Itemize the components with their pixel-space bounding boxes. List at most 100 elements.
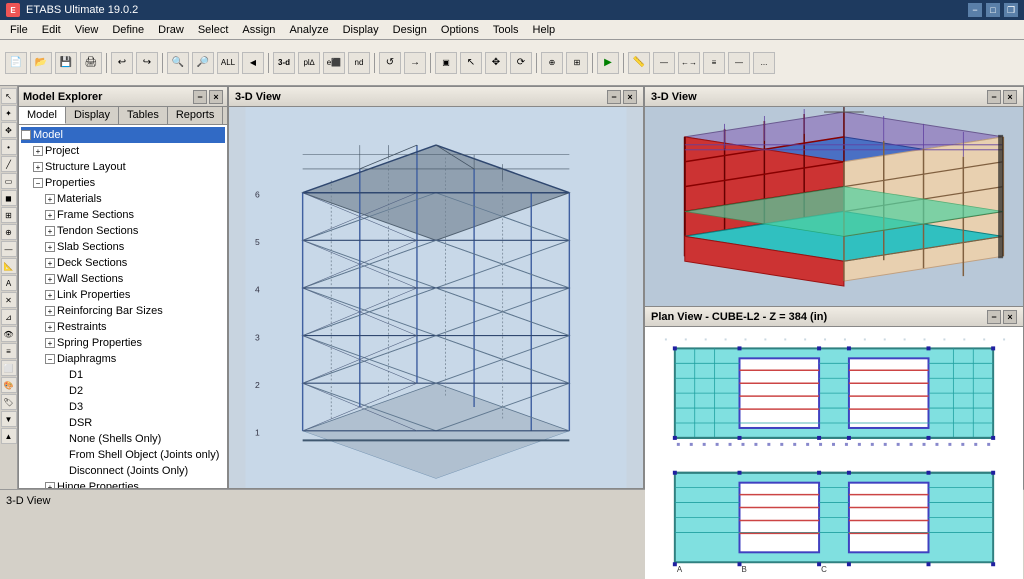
menu-item-view[interactable]: View: [69, 22, 105, 38]
tree-item-22[interactable]: +Hinge Properties: [21, 479, 225, 488]
tree-item-7[interactable]: +Slab Sections: [21, 239, 225, 255]
tb-redo[interactable]: ↪: [136, 52, 158, 74]
maximize-button[interactable]: □: [986, 3, 1000, 17]
tree-item-16[interactable]: D2: [21, 383, 225, 399]
lt-pan[interactable]: ✥: [1, 122, 17, 138]
view-3d-right-pin[interactable]: −: [987, 90, 1001, 104]
view-3d-right-close[interactable]: ×: [1003, 90, 1017, 104]
tree-item-11[interactable]: +Reinforcing Bar Sizes: [21, 303, 225, 319]
lt-draw-line[interactable]: ╱: [1, 156, 17, 172]
tb-rotate[interactable]: ⟳: [510, 52, 532, 74]
menu-item-define[interactable]: Define: [106, 22, 150, 38]
tree-item-9[interactable]: +Wall Sections: [21, 271, 225, 287]
tab-display[interactable]: Display: [66, 107, 119, 124]
tree-item-15[interactable]: D1: [21, 367, 225, 383]
tb-grid[interactable]: ⊞: [566, 52, 588, 74]
lt-arrow-down[interactable]: ▼: [1, 411, 17, 427]
tb-section[interactable]: —: [653, 52, 675, 74]
view-plan-close[interactable]: ×: [1003, 310, 1017, 324]
tb-print[interactable]: 🖨: [80, 52, 102, 74]
tb-snap[interactable]: ⊕: [541, 52, 563, 74]
tb-new[interactable]: 📄: [5, 52, 27, 74]
menu-item-design[interactable]: Design: [387, 22, 433, 38]
tree-item-10[interactable]: +Link Properties: [21, 287, 225, 303]
view-3d-right-canvas[interactable]: [645, 107, 1023, 306]
menu-item-display[interactable]: Display: [337, 22, 385, 38]
tb-dim2[interactable]: —: [728, 52, 750, 74]
tree-expand-3[interactable]: −: [33, 178, 43, 188]
tb-arrow[interactable]: ←→: [678, 52, 700, 74]
tb-elevation[interactable]: e⬛: [323, 52, 345, 74]
tree-expand-9[interactable]: +: [45, 274, 55, 284]
tree-item-19[interactable]: None (Shells Only): [21, 431, 225, 447]
tb-dim1[interactable]: ≡: [703, 52, 725, 74]
tree-item-8[interactable]: +Deck Sections: [21, 255, 225, 271]
tb-select[interactable]: ▣: [435, 52, 457, 74]
tb-refresh[interactable]: ↺: [379, 52, 401, 74]
view-3d-main-canvas[interactable]: 1 2 3 4 5 6: [229, 107, 643, 488]
tb-move[interactable]: ✥: [485, 52, 507, 74]
tree-item-18[interactable]: DSR: [21, 415, 225, 431]
menu-item-select[interactable]: Select: [192, 22, 235, 38]
tree-item-5[interactable]: +Frame Sections: [21, 207, 225, 223]
tb-3d[interactable]: 3-d: [273, 52, 295, 74]
lt-layer[interactable]: ≡: [1, 343, 17, 359]
tree-item-17[interactable]: D3: [21, 399, 225, 415]
tab-model[interactable]: Model: [19, 107, 66, 124]
tree-expand-1[interactable]: +: [33, 146, 43, 156]
tree-item-20[interactable]: From Shell Object (Joints only): [21, 447, 225, 463]
menu-item-edit[interactable]: Edit: [36, 22, 67, 38]
tree-item-13[interactable]: +Spring Properties: [21, 335, 225, 351]
tb-dim3[interactable]: ...: [753, 52, 775, 74]
tree-item-6[interactable]: +Tendon Sections: [21, 223, 225, 239]
lt-ortho[interactable]: ⊿: [1, 309, 17, 325]
lt-draw-point[interactable]: •: [1, 139, 17, 155]
lt-display[interactable]: 👁: [1, 326, 17, 342]
lt-snap-pt[interactable]: ⊕: [1, 224, 17, 240]
tab-reports[interactable]: Reports: [168, 107, 224, 124]
menu-item-tools[interactable]: Tools: [487, 22, 525, 38]
tb-zoom-in[interactable]: 🔍: [167, 52, 189, 74]
tree-item-21[interactable]: Disconnect (Joints Only): [21, 463, 225, 479]
tab-tables[interactable]: Tables: [119, 107, 168, 124]
tb-save[interactable]: 💾: [55, 52, 77, 74]
tb-zoom-all[interactable]: ALL: [217, 52, 239, 74]
lt-pointer[interactable]: ✦: [1, 105, 17, 121]
restore-button[interactable]: ❐: [1004, 3, 1018, 17]
tree-expand-8[interactable]: +: [45, 258, 55, 268]
tree-expand-14[interactable]: −: [45, 354, 55, 364]
tree-expand-2[interactable]: +: [33, 162, 43, 172]
tree-expand-11[interactable]: +: [45, 306, 55, 316]
tree-item-14[interactable]: −Diaphragms: [21, 351, 225, 367]
lt-delete[interactable]: ✕: [1, 292, 17, 308]
minimize-button[interactable]: −: [968, 3, 982, 17]
tree-item-0[interactable]: −Model: [21, 127, 225, 143]
view-plan-pin[interactable]: −: [987, 310, 1001, 324]
tree-expand-12[interactable]: +: [45, 322, 55, 332]
tb-zoom-prev[interactable]: ◀: [242, 52, 264, 74]
tree-expand-5[interactable]: +: [45, 210, 55, 220]
tree-expand-22[interactable]: +: [45, 482, 55, 488]
lt-measure[interactable]: 📐: [1, 258, 17, 274]
tree-expand-10[interactable]: +: [45, 290, 55, 300]
tree-expand-13[interactable]: +: [45, 338, 55, 348]
tb-pointer[interactable]: ↖: [460, 52, 482, 74]
menu-item-options[interactable]: Options: [435, 22, 485, 38]
menu-item-assign[interactable]: Assign: [236, 22, 281, 38]
lt-select[interactable]: ↖: [1, 88, 17, 104]
tb-undo[interactable]: ↩: [111, 52, 133, 74]
menu-item-file[interactable]: File: [4, 22, 34, 38]
tb-nd[interactable]: nd: [348, 52, 370, 74]
tree-item-3[interactable]: −Properties: [21, 175, 225, 191]
tb-zoom-out[interactable]: 🔎: [192, 52, 214, 74]
lt-label[interactable]: A: [1, 275, 17, 291]
tree-expand-7[interactable]: +: [45, 242, 55, 252]
tb-plan[interactable]: pl∆: [298, 52, 320, 74]
menu-item-analyze[interactable]: Analyze: [283, 22, 334, 38]
explorer-pin[interactable]: −: [193, 90, 207, 104]
tb-open[interactable]: 📂: [30, 52, 52, 74]
explorer-close[interactable]: ×: [209, 90, 223, 104]
lt-draw-solid[interactable]: ◼: [1, 190, 17, 206]
tree-expand-0[interactable]: −: [21, 130, 31, 140]
tree-expand-6[interactable]: +: [45, 226, 55, 236]
